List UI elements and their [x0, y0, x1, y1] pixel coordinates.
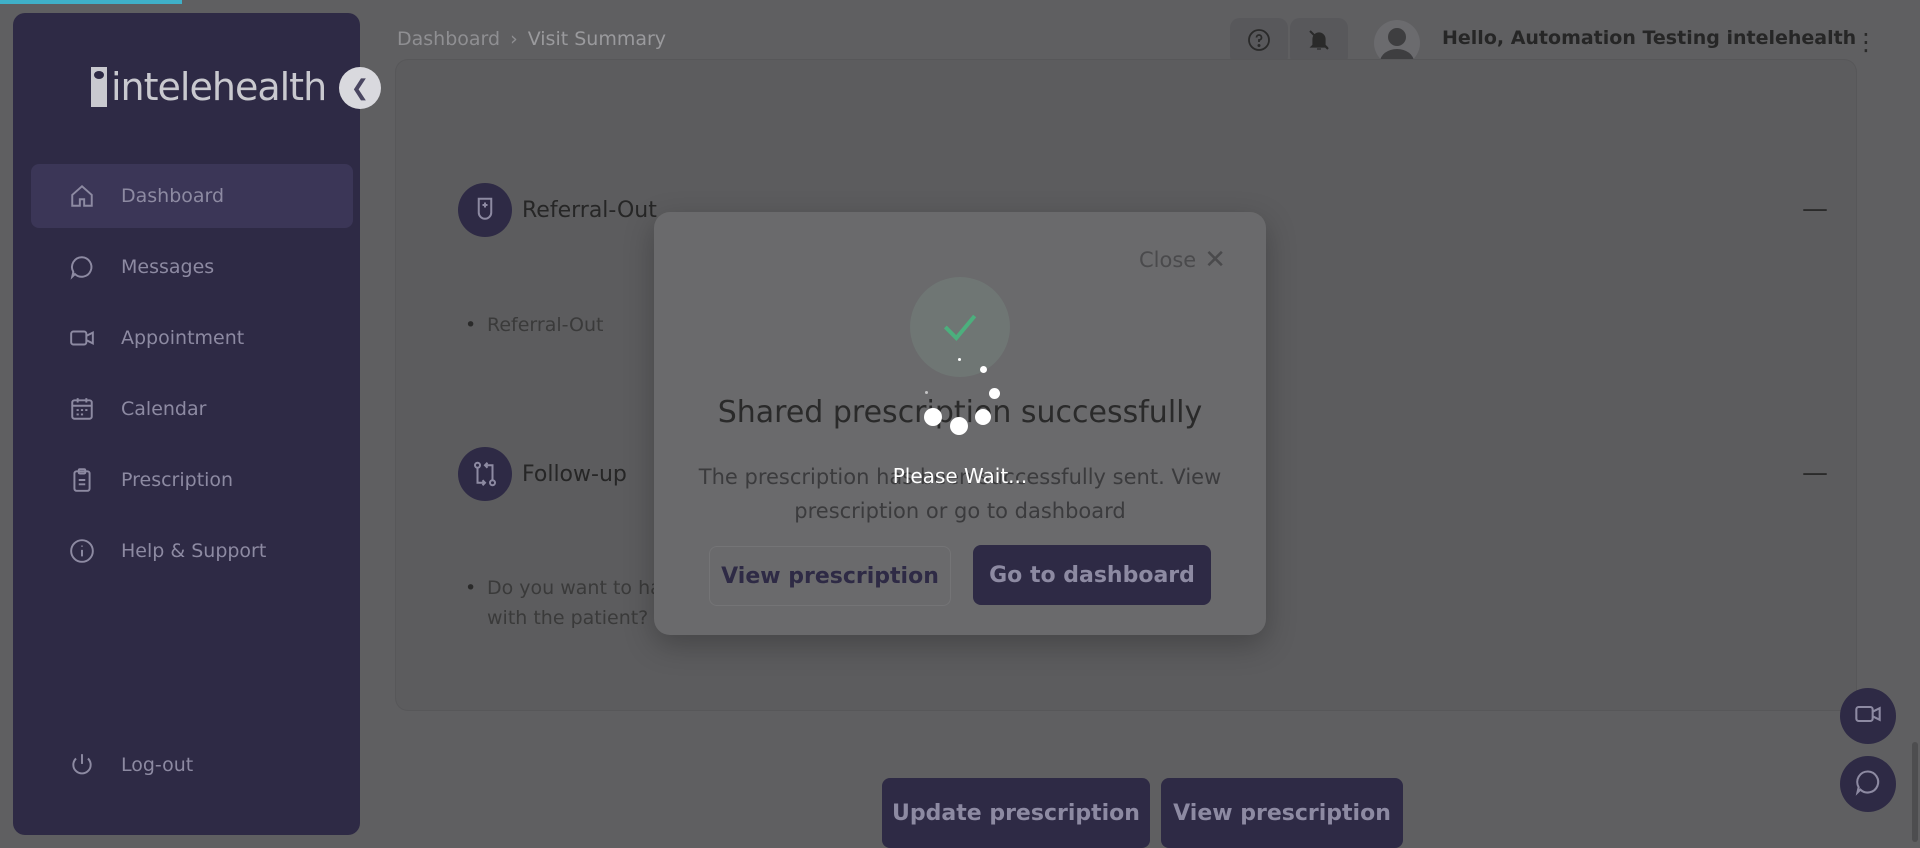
chevron-right-icon: › [510, 28, 518, 50]
power-icon [69, 752, 95, 778]
sidebar-item-label: Log-out [121, 754, 194, 776]
chat-icon [69, 254, 95, 280]
update-prescription-button[interactable]: Update prescription [882, 778, 1150, 848]
chevron-left-icon: ❮ [350, 75, 370, 101]
sidebar-item-messages[interactable]: Messages [31, 235, 353, 299]
followup-item-line2: with the patient? [487, 607, 649, 629]
view-prescription-button[interactable]: View prescription [1161, 778, 1403, 848]
referral-item: Referral-Out [465, 310, 604, 340]
followup-item-line1: Do you want to ha [487, 577, 662, 599]
user-greeting: Hello, Automation Testing intelehealth [1442, 27, 1857, 49]
sidebar-collapse-button[interactable]: ❮ [339, 67, 381, 109]
calendar-icon [69, 396, 95, 422]
referral-section-header: Referral-Out [458, 183, 657, 237]
notifications-button[interactable] [1290, 18, 1348, 66]
chat-icon [1854, 768, 1882, 800]
loading-text: Please Wait... [892, 464, 1028, 488]
sidebar-item-appointment[interactable]: Appointment [31, 306, 353, 370]
sidebar-item-help[interactable]: Help & Support [31, 519, 353, 583]
app-logo: intelehealth [91, 65, 327, 109]
video-icon [69, 325, 95, 351]
bell-off-icon [1307, 28, 1331, 56]
sidebar-item-label: Messages [121, 256, 215, 278]
close-label: Close [1138, 248, 1197, 272]
help-circle-icon [1247, 28, 1271, 56]
chat-button[interactable] [1840, 756, 1896, 812]
modal-view-prescription-button[interactable]: View prescription [709, 546, 951, 606]
close-icon: ✕ [1204, 245, 1226, 275]
go-to-dashboard-button[interactable]: Go to dashboard [973, 545, 1211, 605]
breadcrumb: Dashboard › Visit Summary [397, 28, 666, 50]
info-icon [69, 538, 95, 564]
followup-item: Do you want to ha with the patient? [465, 573, 662, 633]
logo-text: intelehealth [111, 65, 327, 109]
home-icon [69, 183, 95, 209]
referral-icon [458, 183, 512, 237]
referral-collapse-icon[interactable]: — [1802, 194, 1828, 224]
page-load-progress [0, 0, 182, 4]
sidebar-item-label: Appointment [121, 327, 245, 349]
sidebar-item-label: Calendar [121, 398, 207, 420]
video-icon [1854, 700, 1882, 732]
modal-close-button[interactable]: Close ✕ [1138, 245, 1226, 275]
breadcrumb-current: Visit Summary [527, 28, 667, 50]
video-call-button[interactable] [1840, 688, 1896, 744]
sidebar-item-dashboard[interactable]: Dashboard [31, 164, 353, 228]
breadcrumb-root[interactable]: Dashboard [397, 28, 500, 50]
more-vertical-icon[interactable]: ⋮ [1854, 28, 1878, 56]
sidebar-item-label: Help & Support [121, 540, 267, 562]
sidebar-item-logout[interactable]: Log-out [31, 733, 353, 797]
loading-spinner [880, 350, 1040, 450]
help-button[interactable] [1230, 18, 1288, 66]
referral-title: Referral-Out [522, 197, 657, 223]
sidebar: intelehealth Dashboard Messages Appointm… [13, 13, 360, 835]
sidebar-item-calendar[interactable]: Calendar [31, 377, 353, 441]
scrollbar[interactable] [1912, 742, 1918, 842]
logo-mark [91, 67, 107, 107]
sidebar-item-label: Dashboard [121, 185, 225, 207]
